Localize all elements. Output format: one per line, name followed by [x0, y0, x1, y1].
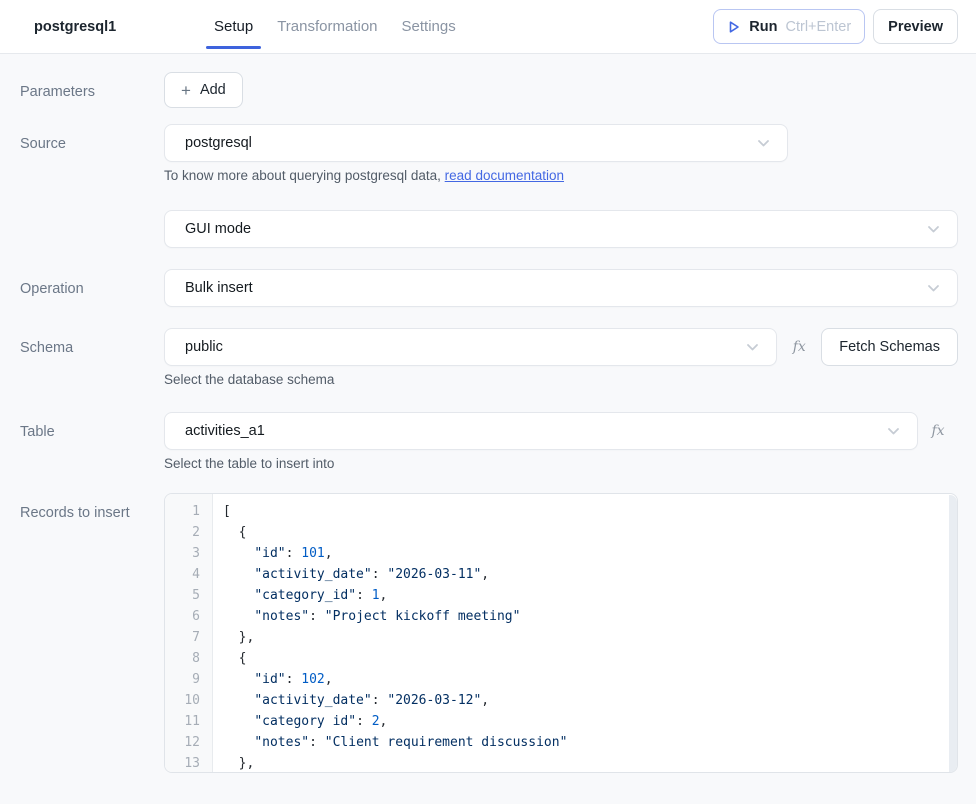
- operation-select[interactable]: Bulk insert: [164, 269, 958, 307]
- source-label: Source: [20, 124, 164, 183]
- schema-label: Schema: [20, 328, 164, 387]
- source-select-value: postgresql: [185, 135, 252, 151]
- parameters-label: Parameters: [20, 72, 164, 108]
- run-shortcut: Ctrl+Enter: [785, 19, 851, 35]
- source-select[interactable]: postgresql: [164, 124, 788, 162]
- add-parameter-button[interactable]: + Add: [164, 72, 243, 108]
- tab-transformation[interactable]: Transformation: [277, 0, 377, 54]
- tab-setup[interactable]: Setup: [214, 0, 253, 54]
- play-icon: [727, 20, 741, 34]
- schema-helper-text: Select the database schema: [164, 372, 958, 387]
- header-actions: Run Ctrl+Enter Preview: [713, 9, 976, 44]
- fx-toggle-icon[interactable]: fx: [918, 423, 958, 439]
- run-button[interactable]: Run Ctrl+Enter: [713, 9, 865, 44]
- editor-gutter: 12345678910111213: [165, 494, 213, 772]
- tab-bar: Setup Transformation Settings: [214, 0, 456, 54]
- source-helper-text: To know more about querying postgresql d…: [164, 168, 958, 183]
- source-helper-prefix: To know more about querying postgresql d…: [164, 168, 445, 183]
- preview-button[interactable]: Preview: [873, 9, 958, 44]
- table-label: Table: [20, 412, 164, 471]
- plus-icon: +: [181, 82, 191, 99]
- tab-settings[interactable]: Settings: [402, 0, 456, 54]
- fetch-schemas-button[interactable]: Fetch Schemas: [821, 328, 958, 366]
- chevron-down-icon: [926, 222, 941, 237]
- table-select-value: activities_a1: [185, 423, 265, 439]
- mode-select-value: GUI mode: [185, 221, 251, 237]
- run-label: Run: [749, 19, 777, 35]
- table-select[interactable]: activities_a1: [164, 412, 918, 450]
- schema-select-value: public: [185, 339, 223, 355]
- query-setup-panel: Parameters + Add Source postgresql To kn…: [0, 54, 976, 773]
- fx-toggle-icon[interactable]: fx: [777, 339, 821, 355]
- query-title[interactable]: postgresql1: [0, 19, 214, 35]
- chevron-down-icon: [745, 340, 760, 355]
- chevron-down-icon: [886, 424, 901, 439]
- mode-label-spacer: [20, 210, 164, 248]
- records-code-editor[interactable]: 12345678910111213 [ { "id": 101, "activi…: [164, 493, 958, 773]
- editor-code[interactable]: [ { "id": 101, "activity_date": "2026-03…: [213, 494, 957, 772]
- editor-scrollbar[interactable]: [949, 495, 957, 773]
- chevron-down-icon: [756, 136, 771, 151]
- operation-label: Operation: [20, 269, 164, 307]
- table-helper-text: Select the table to insert into: [164, 456, 958, 471]
- schema-select[interactable]: public: [164, 328, 777, 366]
- mode-select[interactable]: GUI mode: [164, 210, 958, 248]
- read-documentation-link[interactable]: read documentation: [445, 168, 564, 183]
- records-label: Records to insert: [20, 493, 164, 773]
- chevron-down-icon: [926, 281, 941, 296]
- add-parameter-label: Add: [200, 82, 226, 98]
- query-editor-header: postgresql1 Setup Transformation Setting…: [0, 0, 976, 54]
- operation-select-value: Bulk insert: [185, 280, 253, 296]
